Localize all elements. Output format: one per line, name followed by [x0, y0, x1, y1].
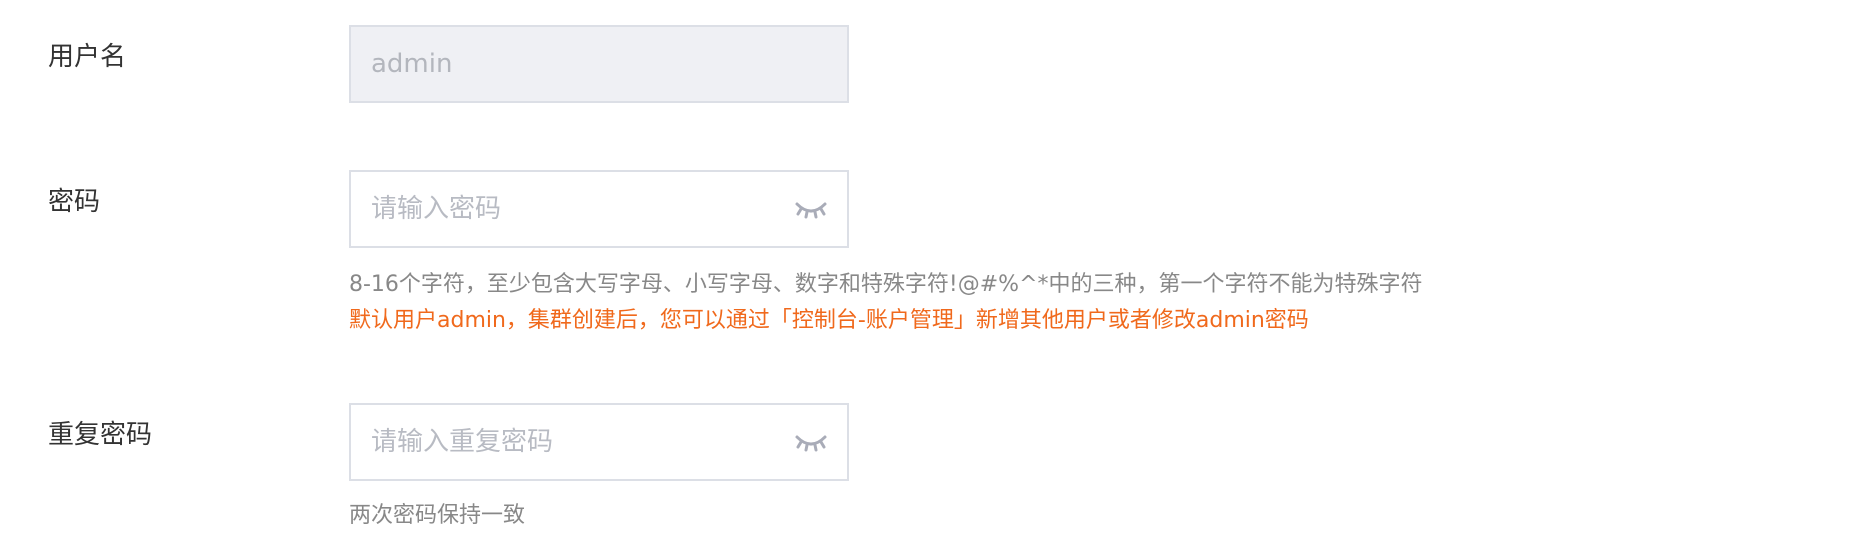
confirm-password-label: 重复密码 [48, 420, 153, 450]
confirm-password-input[interactable] [351, 405, 847, 479]
username-input [351, 27, 847, 101]
password-rule-hint: 8-16个字符，至少包含大写字母、小写字母、数字和特殊字符!@#%^*中的三种，… [349, 272, 1423, 297]
eye-closed-icon[interactable] [793, 429, 829, 457]
username-field [349, 25, 849, 103]
admin-default-note: 默认用户admin，集群创建后，您可以通过「控制台-账户管理」新增其他用户或者修… [349, 308, 1309, 333]
password-field[interactable] [349, 170, 849, 248]
password-input[interactable] [351, 172, 847, 246]
confirm-password-field[interactable] [349, 403, 849, 481]
confirm-password-hint: 两次密码保持一致 [349, 503, 526, 528]
username-label: 用户名 [48, 42, 127, 72]
password-label: 密码 [48, 187, 101, 217]
eye-closed-icon[interactable] [793, 196, 829, 224]
